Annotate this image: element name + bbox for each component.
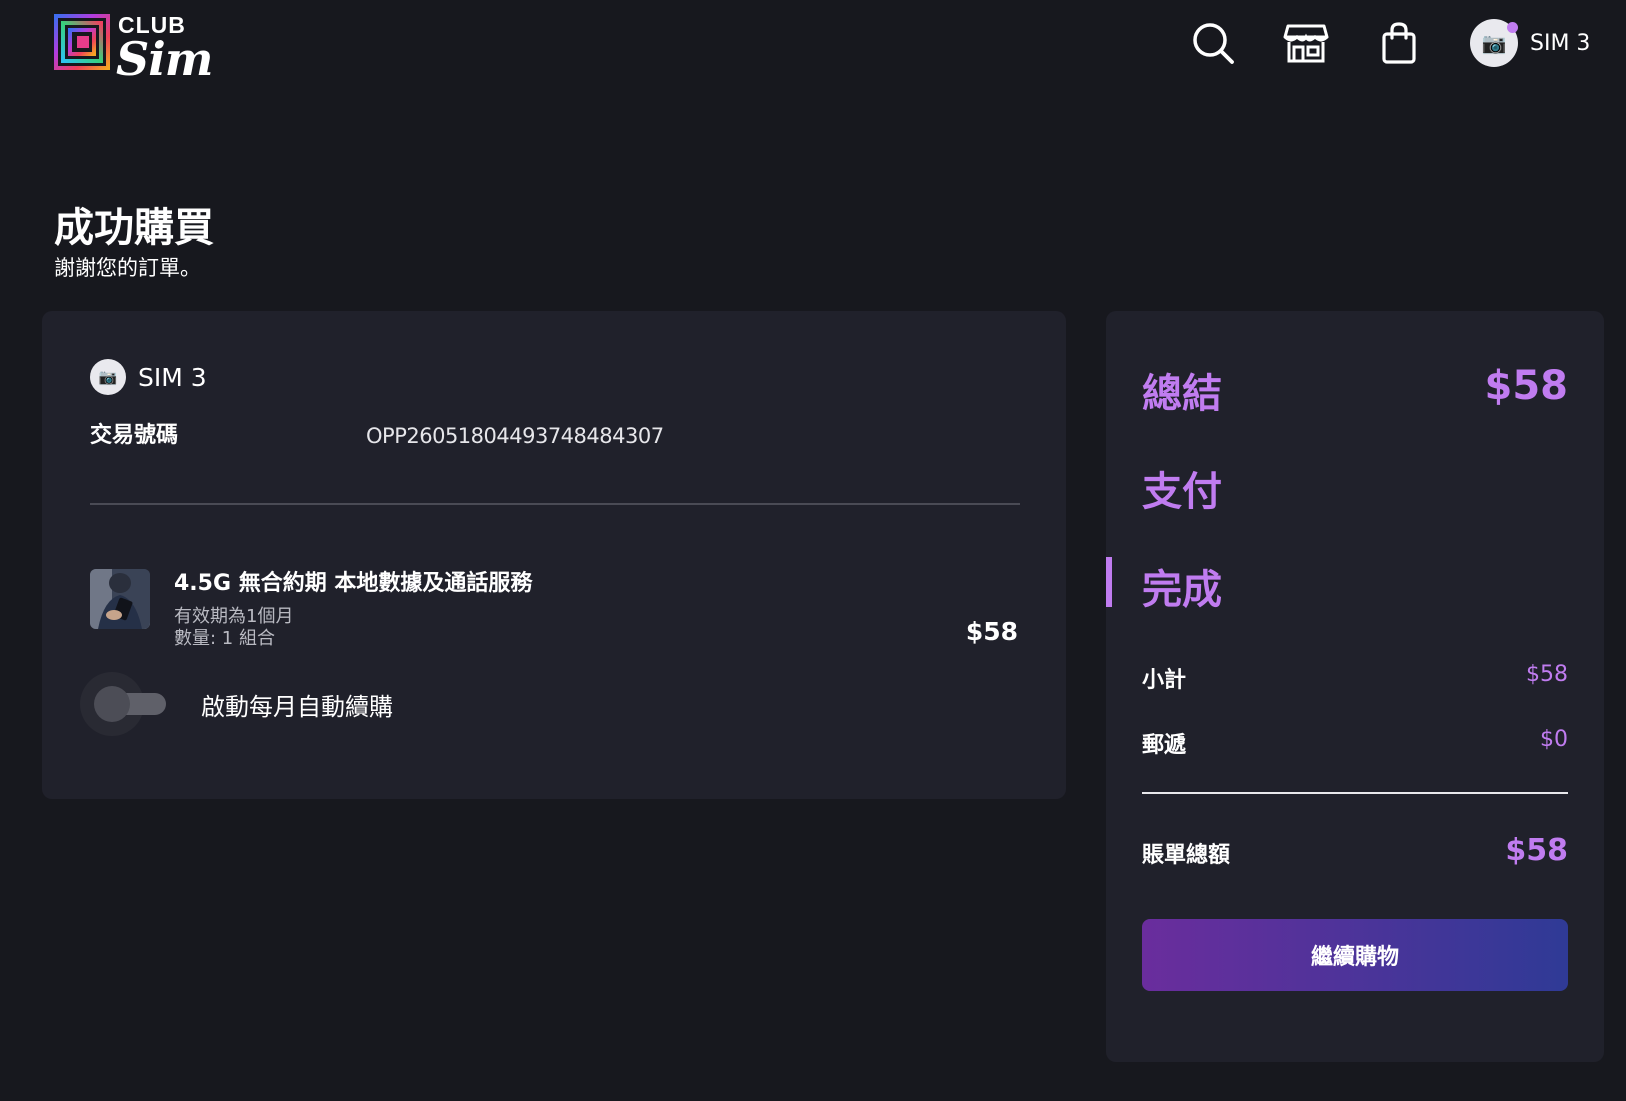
shipping-value: $0	[1540, 727, 1568, 752]
store-button[interactable]	[1283, 20, 1329, 66]
grand-total-value: $58	[1505, 833, 1568, 868]
product-image	[90, 569, 150, 629]
camera-icon: 📷	[98, 368, 118, 386]
top-header: CLUB Sim 📷 SIM 3	[0, 0, 1626, 90]
store-icon	[1283, 24, 1329, 63]
club-sim-logo[interactable]: CLUB Sim	[54, 12, 224, 86]
summary-divider	[1142, 792, 1568, 794]
continue-shopping-button[interactable]: 繼續購物	[1142, 919, 1568, 991]
shipping-label: 郵遞	[1142, 733, 1187, 758]
order-card: 📷 SIM 3 交易號碼 OPP26051804493748484307 4.5…	[42, 311, 1066, 799]
product-price: $58	[965, 617, 1018, 646]
logo-sim-text: Sim	[116, 32, 213, 86]
user-name: SIM 3	[1530, 30, 1591, 56]
auto-renew-toggle[interactable]	[80, 669, 176, 739]
page-subtitle: 謝謝您的訂單。	[54, 256, 201, 280]
step-complete: 完成	[1142, 567, 1222, 613]
logo-mark-icon	[54, 14, 110, 70]
notification-dot	[1507, 22, 1518, 33]
product-title: 4.5G 無合約期 本地數據及通話服務	[174, 571, 533, 596]
subtotal-label: 小計	[1142, 668, 1187, 693]
transaction-label: 交易號碼	[90, 423, 179, 448]
product-thumbnail	[90, 569, 150, 629]
toggle-knob	[94, 686, 130, 722]
summary-total: $58	[1484, 363, 1569, 409]
grand-total-label: 賬單總額	[1142, 843, 1231, 868]
order-user: 📷 SIM 3	[90, 359, 207, 395]
search-button[interactable]	[1190, 20, 1236, 66]
cart-button[interactable]	[1376, 20, 1422, 66]
search-icon	[1193, 23, 1234, 64]
transaction-id: OPP26051804493748484307	[366, 424, 664, 448]
auto-renew-label: 啟動每月自動續購	[201, 693, 393, 721]
summary-card: 總結 $58 支付 完成 小計 $58 郵遞 $0 賬單總額 $58 繼續購物	[1106, 311, 1604, 1062]
order-avatar: 📷	[90, 359, 126, 395]
order-divider	[90, 503, 1020, 505]
step-summary: 總結	[1142, 371, 1222, 417]
avatar: 📷	[1470, 19, 1518, 67]
subtotal-value: $58	[1526, 662, 1568, 687]
page-title: 成功購買	[54, 205, 214, 251]
order-user-name: SIM 3	[138, 362, 207, 392]
step-payment: 支付	[1142, 469, 1222, 515]
active-step-indicator	[1106, 557, 1112, 607]
shopping-bag-icon	[1382, 22, 1416, 64]
product-quantity: 數量: 1 組合	[174, 628, 275, 649]
user-menu[interactable]: 📷 SIM 3	[1470, 18, 1590, 68]
camera-icon: 📷	[1481, 31, 1507, 55]
page: CLUB Sim 📷 SIM 3 成功購買 謝謝您的訂單。 📷 SIM 3 交易…	[0, 0, 1626, 1101]
